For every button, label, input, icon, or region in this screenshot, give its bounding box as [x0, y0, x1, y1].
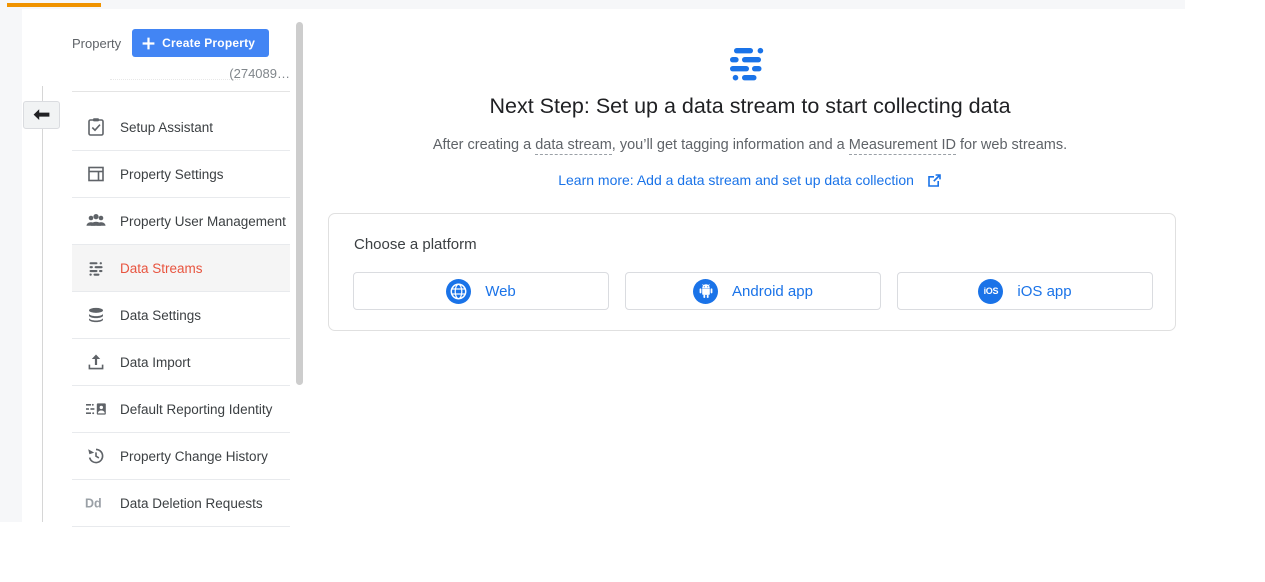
- data-streams-icon: [84, 256, 108, 280]
- data-stream-term[interactable]: data stream: [535, 137, 612, 155]
- arrow-back-icon: [33, 108, 50, 120]
- dd-icon: Dd: [84, 491, 108, 515]
- subtitle-part-1: After creating a: [432, 137, 536, 153]
- platform-option-label: Android app: [732, 282, 813, 300]
- reporting-identity-icon: [84, 397, 108, 421]
- platform-option-label: iOS app: [1017, 282, 1072, 300]
- platform-options: Web Android app iOS iOS app: [353, 272, 1153, 310]
- learn-more-link[interactable]: Learn more: Add a data stream and set up…: [310, 172, 1190, 191]
- main-content: Next Step: Set up a data stream to start…: [310, 9, 1265, 522]
- sidebar-item-setup-assistant[interactable]: Setup Assistant: [72, 104, 290, 151]
- sidebar-item-label: Property User Management: [120, 213, 286, 229]
- sidebar-nav-list: Setup Assistant Property Settings Proper…: [72, 104, 290, 527]
- sidebar-item-label: Property Change History: [120, 448, 268, 464]
- sidebar-item-label: Default Reporting Identity: [120, 401, 273, 417]
- create-property-button[interactable]: Create Property: [132, 29, 270, 57]
- sidebar-item-label: Data Streams: [120, 260, 203, 276]
- back-button[interactable]: [23, 101, 60, 129]
- choose-platform-card: Choose a platform Web Android app iOS iO…: [328, 213, 1176, 331]
- sidebar-item-default-reporting-identity[interactable]: Default Reporting Identity: [72, 386, 290, 433]
- sidebar-item-data-settings[interactable]: Data Settings: [72, 292, 290, 339]
- sidebar-item-label: Data Settings: [120, 307, 202, 323]
- property-name-text: (274089…: [229, 66, 290, 81]
- ios-icon-text: iOS: [983, 286, 999, 296]
- sidebar-item-label: Property Settings: [120, 166, 224, 182]
- learn-more-label: Learn more: Add a data stream and set up…: [558, 172, 914, 188]
- property-label: Property: [72, 35, 122, 51]
- subtitle-part-2: , you’ll get tagging information and a: [611, 137, 849, 153]
- android-icon: [693, 278, 719, 304]
- plus-icon: [142, 37, 155, 49]
- sidebar-item-property-settings[interactable]: Property Settings: [72, 151, 290, 198]
- sidebar-item-property-change-history[interactable]: Property Change History: [72, 433, 290, 480]
- top-progress-strip: [0, 0, 1185, 9]
- sidebar-divider: [42, 86, 43, 522]
- layout-icon: [84, 162, 108, 186]
- create-property-label: Create Property: [162, 36, 256, 50]
- sidebar-scrollbar-thumb[interactable]: [296, 22, 303, 385]
- sidebar-item-label: Data Import: [120, 354, 191, 370]
- globe-icon: [446, 278, 472, 304]
- property-selector[interactable]: (274089…: [72, 66, 290, 92]
- history-icon: [84, 444, 108, 468]
- platform-option-ios[interactable]: iOS iOS app: [897, 272, 1153, 310]
- subtitle-part-3: for web streams.: [955, 137, 1068, 153]
- sidebar-item-property-user-management[interactable]: Property User Management: [72, 198, 290, 245]
- page-title: Next Step: Set up a data stream to start…: [489, 94, 1011, 118]
- people-icon: [84, 209, 108, 233]
- platform-card-title: Choose a platform: [354, 236, 477, 253]
- open-in-new-icon: [927, 173, 942, 191]
- sidebar-item-label: Setup Assistant: [120, 119, 214, 135]
- sidebar-item-data-import[interactable]: Data Import: [72, 339, 290, 386]
- database-icon: [84, 303, 108, 327]
- svg-text:Dd: Dd: [85, 497, 102, 511]
- platform-option-label: Web: [485, 282, 516, 300]
- sidebar-item-data-streams[interactable]: Data Streams: [72, 245, 290, 292]
- clipboard-check-icon: [84, 115, 108, 139]
- measurement-id-term[interactable]: Measurement ID: [848, 137, 956, 155]
- property-name-redacted: [110, 77, 240, 80]
- property-sidebar: Property Create Property (274089… Setup …: [60, 9, 305, 527]
- sidebar-item-data-deletion-requests[interactable]: Dd Data Deletion Requests: [72, 480, 290, 527]
- platform-option-web[interactable]: Web: [353, 272, 609, 310]
- sidebar-scrollbar[interactable]: [296, 9, 304, 522]
- page-subtitle: After creating a data stream, you’ll get…: [310, 137, 1190, 155]
- property-header: Property Create Property: [72, 29, 270, 57]
- upload-icon: [84, 350, 108, 374]
- progress-bar-fill: [7, 3, 101, 7]
- sidebar-item-label: Data Deletion Requests: [120, 495, 263, 511]
- left-rail: [0, 9, 22, 522]
- ios-icon: iOS: [978, 278, 1004, 304]
- platform-option-android[interactable]: Android app: [625, 272, 881, 310]
- data-streams-icon: [725, 45, 771, 85]
